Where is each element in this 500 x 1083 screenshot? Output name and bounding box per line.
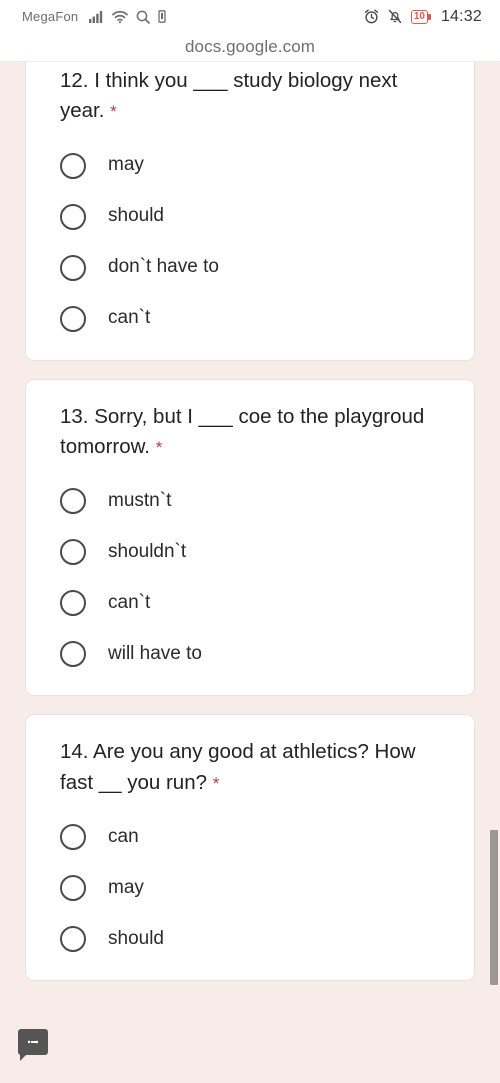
option-label: may: [108, 876, 144, 898]
question-text: 14. Are you any good at athletics? How f…: [60, 740, 416, 794]
option-label: shouldn`t: [108, 540, 187, 562]
radio-button-icon[interactable]: [60, 874, 86, 901]
option-label: can: [108, 825, 139, 847]
radio-option[interactable]: can`t: [60, 590, 440, 617]
radio-option[interactable]: should: [60, 203, 440, 230]
status-bar-left: MegaFon: [22, 9, 174, 24]
radio-option[interactable]: may: [60, 874, 440, 901]
required-asterisk: *: [110, 102, 117, 122]
radio-option[interactable]: can: [60, 823, 440, 850]
carrier-label: MegaFon: [22, 9, 79, 24]
url-label: docs.google.com: [184, 37, 316, 56]
radio-option[interactable]: shouldn`t: [60, 539, 440, 566]
question-text: 13. Sorry, but I ___ coe to the playgrou…: [60, 404, 425, 458]
radio-button-icon[interactable]: [60, 823, 86, 850]
option-label: don`t have to: [108, 256, 219, 278]
option-label: can`t: [108, 307, 151, 329]
radio-button-icon[interactable]: [60, 641, 86, 668]
mute-bell-icon: [388, 9, 402, 24]
vertical-scrollbar[interactable]: [490, 830, 498, 985]
radio-option[interactable]: don`t have to: [60, 254, 440, 281]
option-label: should: [108, 927, 164, 949]
radio-button-icon[interactable]: [60, 539, 86, 566]
option-group: mustn`t shouldn`t can`t will have to: [60, 488, 440, 668]
question-title: 12. I think you ___ study biology next y…: [60, 66, 440, 127]
option-label: should: [108, 205, 164, 227]
required-asterisk: *: [212, 773, 220, 793]
radio-option[interactable]: will have to: [60, 641, 440, 668]
radio-option[interactable]: should: [60, 925, 440, 952]
radio-option[interactable]: can`t: [60, 305, 440, 332]
radio-button-icon[interactable]: [60, 590, 86, 617]
option-group: may should don`t have to can`t: [60, 152, 440, 332]
battery-level-label: 10: [413, 10, 425, 22]
search-icon: [136, 10, 151, 24]
battery-indicator: 10: [410, 9, 432, 24]
question-card: 14. Are you any good at athletics? How f…: [25, 714, 475, 981]
required-asterisk: *: [155, 437, 163, 457]
radio-button-icon[interactable]: [60, 254, 86, 281]
radio-button-icon[interactable]: [60, 488, 86, 515]
exclamation-icon: !: [24, 1039, 42, 1045]
question-title: 14. Are you any good at athletics? How f…: [60, 737, 440, 798]
radio-button-icon[interactable]: [60, 925, 86, 952]
question-card: 12. I think you ___ study biology next y…: [25, 62, 475, 361]
option-label: can`t: [108, 591, 151, 613]
question-card: 13. Sorry, but I ___ coe to the playgrou…: [25, 378, 475, 697]
signal-bars-icon: [89, 10, 104, 23]
form-scroll-area[interactable]: 12. I think you ___ study biology next y…: [0, 62, 500, 1083]
question-title: 13. Sorry, but I ___ coe to the playgrou…: [60, 402, 440, 463]
option-group: can may should: [60, 823, 440, 952]
alarm-clock-icon: [364, 9, 379, 24]
status-bar-right: 10 14:32: [364, 8, 482, 26]
clock-label: 14:32: [440, 7, 482, 25]
browser-url-bar[interactable]: docs.google.com: [0, 33, 500, 62]
feedback-bubble[interactable]: !: [18, 1029, 48, 1061]
radio-option[interactable]: mustn`t: [60, 488, 440, 515]
phone-status-bar: MegaFon 10 14:32: [0, 0, 500, 33]
option-label: may: [108, 154, 144, 176]
wifi-icon: [112, 10, 129, 23]
radio-button-icon[interactable]: [60, 203, 86, 230]
radio-button-icon[interactable]: [60, 305, 86, 332]
sim-card-icon: [158, 10, 166, 23]
option-label: will have to: [108, 642, 202, 664]
radio-option[interactable]: may: [60, 152, 440, 179]
radio-button-icon[interactable]: [60, 152, 86, 179]
option-label: mustn`t: [108, 489, 172, 511]
